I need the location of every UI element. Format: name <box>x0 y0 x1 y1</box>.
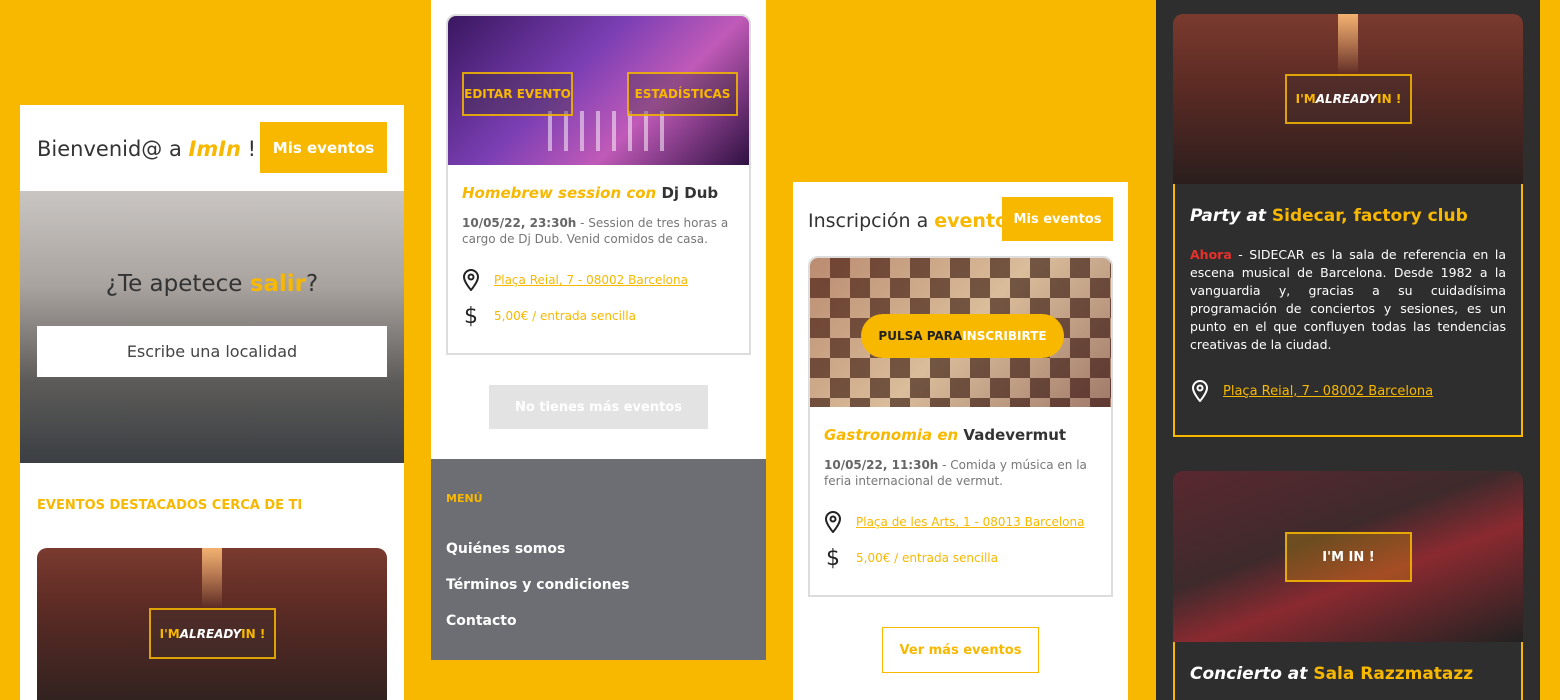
featured-heading: EVENTOS DESTACADOS CERCA DE TI <box>37 498 303 513</box>
event-card: PULSA PARA INSCRIBIRTE Gastronomia en Va… <box>808 256 1113 597</box>
my-events-screen: EDITAR EVENTO ESTADÍSTICAS Homebrew sess… <box>431 0 766 660</box>
event-details: Party at Sidecar, factory club Ahora - S… <box>1173 184 1523 437</box>
menu-item-about[interactable]: Quiénes somos <box>446 541 565 557</box>
event-description: Ahora - SIDECAR es la sala de referencia… <box>1190 247 1506 352</box>
registration-title: Inscripción a evento <box>808 210 1009 232</box>
see-more-events-button[interactable]: Ver más eventos <box>882 627 1039 673</box>
event-price: 5,00€ / entrada sencilla <box>856 551 998 565</box>
event-card-razzmatazz: I'M IN ! Concierto at Sala Razzmatazz <box>1173 471 1523 700</box>
hero-question: ¿Te apetece salir? <box>105 271 319 297</box>
featured-event-card[interactable]: I'M ALREADY IN ! <box>37 548 387 700</box>
event-address-link[interactable]: Plaça de les Arts, 1 - 08013 Barcelona <box>856 515 1084 529</box>
event-address-link[interactable]: Plaça Reial, 7 - 08002 Barcelona <box>1223 384 1433 399</box>
location-pin-icon <box>460 269 482 291</box>
location-pin-icon <box>822 511 844 533</box>
welcome-title: Bienvenid@ a ImIn ! <box>37 137 257 161</box>
my-events-button[interactable]: Mis eventos <box>260 122 387 173</box>
event-description: 10/05/22, 11:30h - Comida y música en la… <box>824 458 1087 488</box>
im-in-button[interactable]: I'M IN ! <box>1285 532 1412 582</box>
event-card-sidecar: I'M ALREADY IN ! Party at Sidecar, facto… <box>1173 14 1523 437</box>
location-search-input[interactable]: Escribe una localidad <box>37 326 387 377</box>
event-address-link[interactable]: Plaça Reial, 7 - 08002 Barcelona <box>494 273 688 287</box>
location-pin-icon <box>1189 380 1211 402</box>
event-title: Gastronomia en Vadevermut <box>824 426 1067 444</box>
event-price-row: $ 5,00€ / entrada sencilla <box>460 303 636 329</box>
dollar-icon: $ <box>826 545 840 571</box>
already-in-button[interactable]: I'M ALREADY IN ! <box>1285 74 1412 124</box>
menu-item-terms[interactable]: Términos y condiciones <box>446 577 629 593</box>
statistics-button[interactable]: ESTADÍSTICAS <box>627 72 738 116</box>
stage-light-icon <box>202 548 222 608</box>
event-price-row: $ 5,00€ / entrada sencilla <box>822 545 998 571</box>
menu-title: MENÚ <box>446 492 483 505</box>
event-title: Party at Sidecar, factory club <box>1190 206 1468 226</box>
register-cta-button[interactable]: PULSA PARA INSCRIBIRTE <box>861 314 1064 358</box>
event-address-row: Plaça Reial, 7 - 08002 Barcelona <box>1189 380 1433 402</box>
event-title: Concierto at Sala Razzmatazz <box>1190 664 1474 684</box>
event-image: I'M ALREADY IN ! <box>1173 14 1523 184</box>
event-address-row: Plaça de les Arts, 1 - 08013 Barcelona <box>822 511 1084 533</box>
event-details: Concierto at Sala Razzmatazz <box>1173 642 1523 700</box>
stage-light-icon <box>1338 14 1358 74</box>
event-image: I'M IN ! <box>1173 471 1523 642</box>
home-header: Bienvenid@ a ImIn ! Mis eventos <box>20 105 404 191</box>
already-in-button[interactable]: I'M ALREADY IN ! <box>149 608 276 659</box>
dark-events-screen: I'M ALREADY IN ! Party at Sidecar, facto… <box>1156 0 1540 700</box>
event-image: PULSA PARA INSCRIBIRTE <box>810 258 1111 407</box>
home-screen: Bienvenid@ a ImIn ! Mis eventos ¿Te apet… <box>20 105 404 700</box>
my-events-button[interactable]: Mis eventos <box>1002 197 1113 241</box>
hero-banner: ¿Te apetece salir? Escribe una localidad <box>20 191 404 463</box>
brand-name: ImIn <box>188 137 241 161</box>
dj-mixer-graphic <box>548 111 668 151</box>
edit-event-button[interactable]: EDITAR EVENTO <box>462 72 573 116</box>
event-address-row: Plaça Reial, 7 - 08002 Barcelona <box>460 269 688 291</box>
dollar-icon: $ <box>464 303 478 329</box>
event-price: 5,00€ / entrada sencilla <box>494 309 636 323</box>
event-description: 10/05/22, 23:30h - Session de tres horas… <box>462 216 729 246</box>
event-image: EDITAR EVENTO ESTADÍSTICAS <box>448 16 749 165</box>
footer-menu: MENÚ Quiénes somos Términos y condicione… <box>431 459 766 660</box>
menu-item-contact[interactable]: Contacto <box>446 613 517 629</box>
event-card: EDITAR EVENTO ESTADÍSTICAS Homebrew sess… <box>446 14 751 355</box>
no-more-events-button: No tienes más eventos <box>489 385 708 429</box>
event-title: Homebrew session con Dj Dub <box>462 184 719 202</box>
registration-screen: Inscripción a evento Mis eventos PULSA P… <box>793 182 1128 700</box>
